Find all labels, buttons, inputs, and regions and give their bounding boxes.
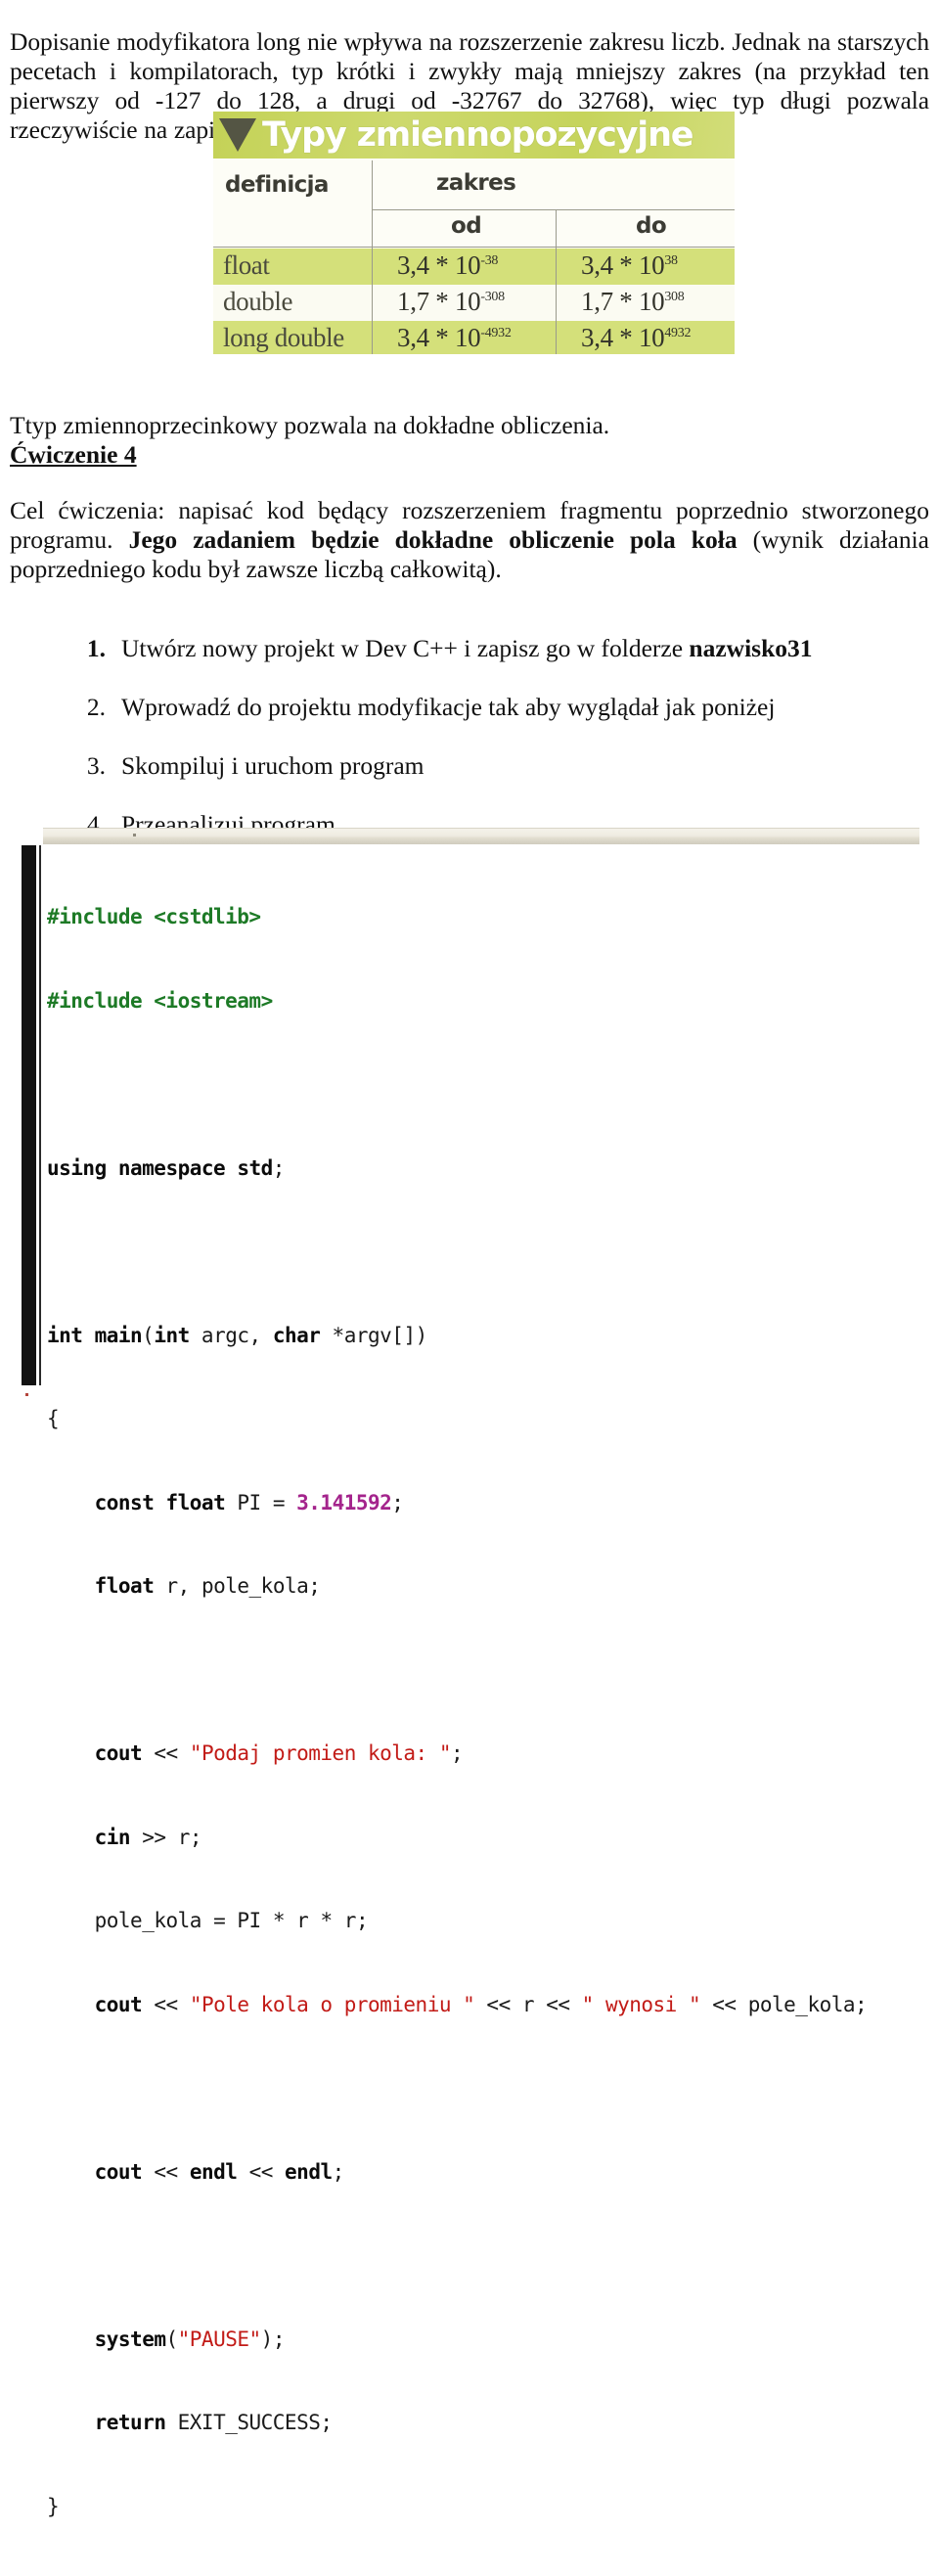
code-line-7: const float PI = 3.141592; (94, 1490, 404, 1514)
cell-od-0: 3,4 * 10-38 (397, 250, 499, 280)
code-line-1: #include <iostream> (47, 988, 273, 1013)
cell-definicja-1: double (223, 287, 293, 316)
step-number-2: 2. (86, 693, 106, 721)
header-do: do (636, 213, 667, 239)
code-line: } (47, 2493, 917, 2521)
step-text-3: Skompiluj i uruchom program (121, 751, 425, 780)
code-line: using namespace std; (47, 1154, 917, 1183)
code-line-17: system("PAUSE"); (94, 2327, 286, 2351)
list-item: 2. Wprowadź do projektu modyfikacje tak … (76, 693, 776, 722)
document-page: Dopisanie modyfikatora long nie wpływa n… (0, 0, 939, 2518)
figure-title-bar: Typy zmiennopozycyjne (213, 112, 735, 158)
after-table-paragraph: Ttyp zmiennoprzecinkowy pozwala na dokła… (10, 410, 610, 439)
column-divider-definicja (372, 160, 373, 354)
scan-artifact-dot (25, 1393, 28, 1396)
code-line: pole_kola = PI * r * r; (47, 1907, 917, 1935)
rule-under-od-do (213, 247, 735, 248)
editor-margin-line (39, 845, 41, 1385)
code-line: cout << "Podaj promien kola: "; (47, 1740, 917, 1768)
toolbar-marker-dot (133, 834, 136, 836)
step-text-2: Wprowadź do projektu modyfikacje tak aby… (121, 693, 776, 721)
code-line: cout << "Pole kola o promieniu " << r <<… (47, 1991, 917, 2019)
step-number-3: 3. (86, 751, 106, 780)
code-line-12: pole_kola = PI * r * r; (94, 1909, 369, 1932)
header-zakres: zakres (436, 170, 516, 196)
header-definicja: definicja (225, 172, 329, 198)
step-text-1: Utwórz nowy projekt w Dev C++ i zapisz g… (121, 634, 813, 662)
code-line-0: #include <cstdlib> (47, 905, 261, 928)
code-line: system("PAUSE"); (47, 2326, 917, 2354)
cell-od-2: 3,4 * 10-4932 (397, 323, 512, 352)
exercise-body: Cel ćwiczenia: napisać kod będący rozsze… (10, 496, 929, 584)
cell-definicja-2: long double (223, 323, 344, 352)
step-number-1: 1. (86, 634, 106, 662)
step-text-1-bold: nazwisko31 (689, 634, 813, 662)
code-line: #include <cstdlib> (47, 903, 917, 931)
code-line-15: cout << endl << endl; (94, 2159, 345, 2184)
cell-definicja-0: float (223, 250, 270, 280)
code-line-6: { (47, 1407, 60, 1430)
column-divider-od-do (556, 209, 557, 354)
code-line: #include <iostream> (47, 987, 917, 1016)
list-item: 3. Skompiluj i uruchom program (76, 751, 425, 781)
editor-gutter-bar (22, 845, 36, 1385)
triangle-down-icon (219, 118, 256, 152)
rule-under-zakres (372, 209, 735, 210)
code-line: const float PI = 3.141592; (47, 1489, 917, 1517)
exercise-heading: Ćwiczenie 4 (10, 440, 137, 469)
list-item: 1. Utwórz nowy projekt w Dev C++ i zapis… (76, 634, 813, 663)
code-editor-screenshot: #include <cstdlib> #include <iostream> u… (22, 828, 919, 2518)
code-line-3: using namespace std; (47, 1155, 285, 1180)
code-listing: #include <cstdlib> #include <iostream> u… (47, 847, 917, 2576)
code-line: cout << endl << endl; (47, 2158, 917, 2187)
code-line: float r, pole_kola; (47, 1572, 917, 1601)
cell-do-2: 3,4 * 104932 (581, 323, 692, 352)
code-line: { (47, 1405, 917, 1433)
figure-title-text: Typy zmiennopozycyjne (262, 114, 694, 155)
cell-do-1: 1,7 * 10308 (581, 287, 685, 316)
floating-point-types-figure: Typy zmiennopozycyjne definicja zakres o… (213, 112, 735, 354)
code-line-18: return EXIT_SUCCESS; (94, 2411, 333, 2434)
types-table: definicja zakres od do float 3,4 * 10-38… (213, 158, 735, 354)
code-line-13: cout << "Pole kola o promieniu " << r <<… (94, 1992, 868, 2016)
header-od: od (451, 213, 482, 239)
cell-do-0: 3,4 * 1038 (581, 250, 678, 280)
code-line: return EXIT_SUCCESS; (47, 2409, 917, 2437)
code-line-8: float r, pole_kola; (94, 1574, 321, 1598)
code-line: cin >> r; (47, 1824, 917, 1852)
cell-od-1: 1,7 * 10-308 (397, 287, 505, 316)
exercise-body-bold: Jego zadaniem będzie dokładne obliczenie… (128, 524, 738, 554)
code-line: int main(int argc, char *argv[]) (47, 1322, 917, 1350)
code-line-5: int main(int argc, char *argv[]) (47, 1323, 427, 1347)
editor-toolbar-strip (43, 828, 919, 844)
code-line-10: cout << "Podaj promien kola: "; (94, 1741, 464, 1765)
code-line-11: cin >> r; (94, 1825, 202, 1849)
code-line-19: } (47, 2494, 60, 2518)
